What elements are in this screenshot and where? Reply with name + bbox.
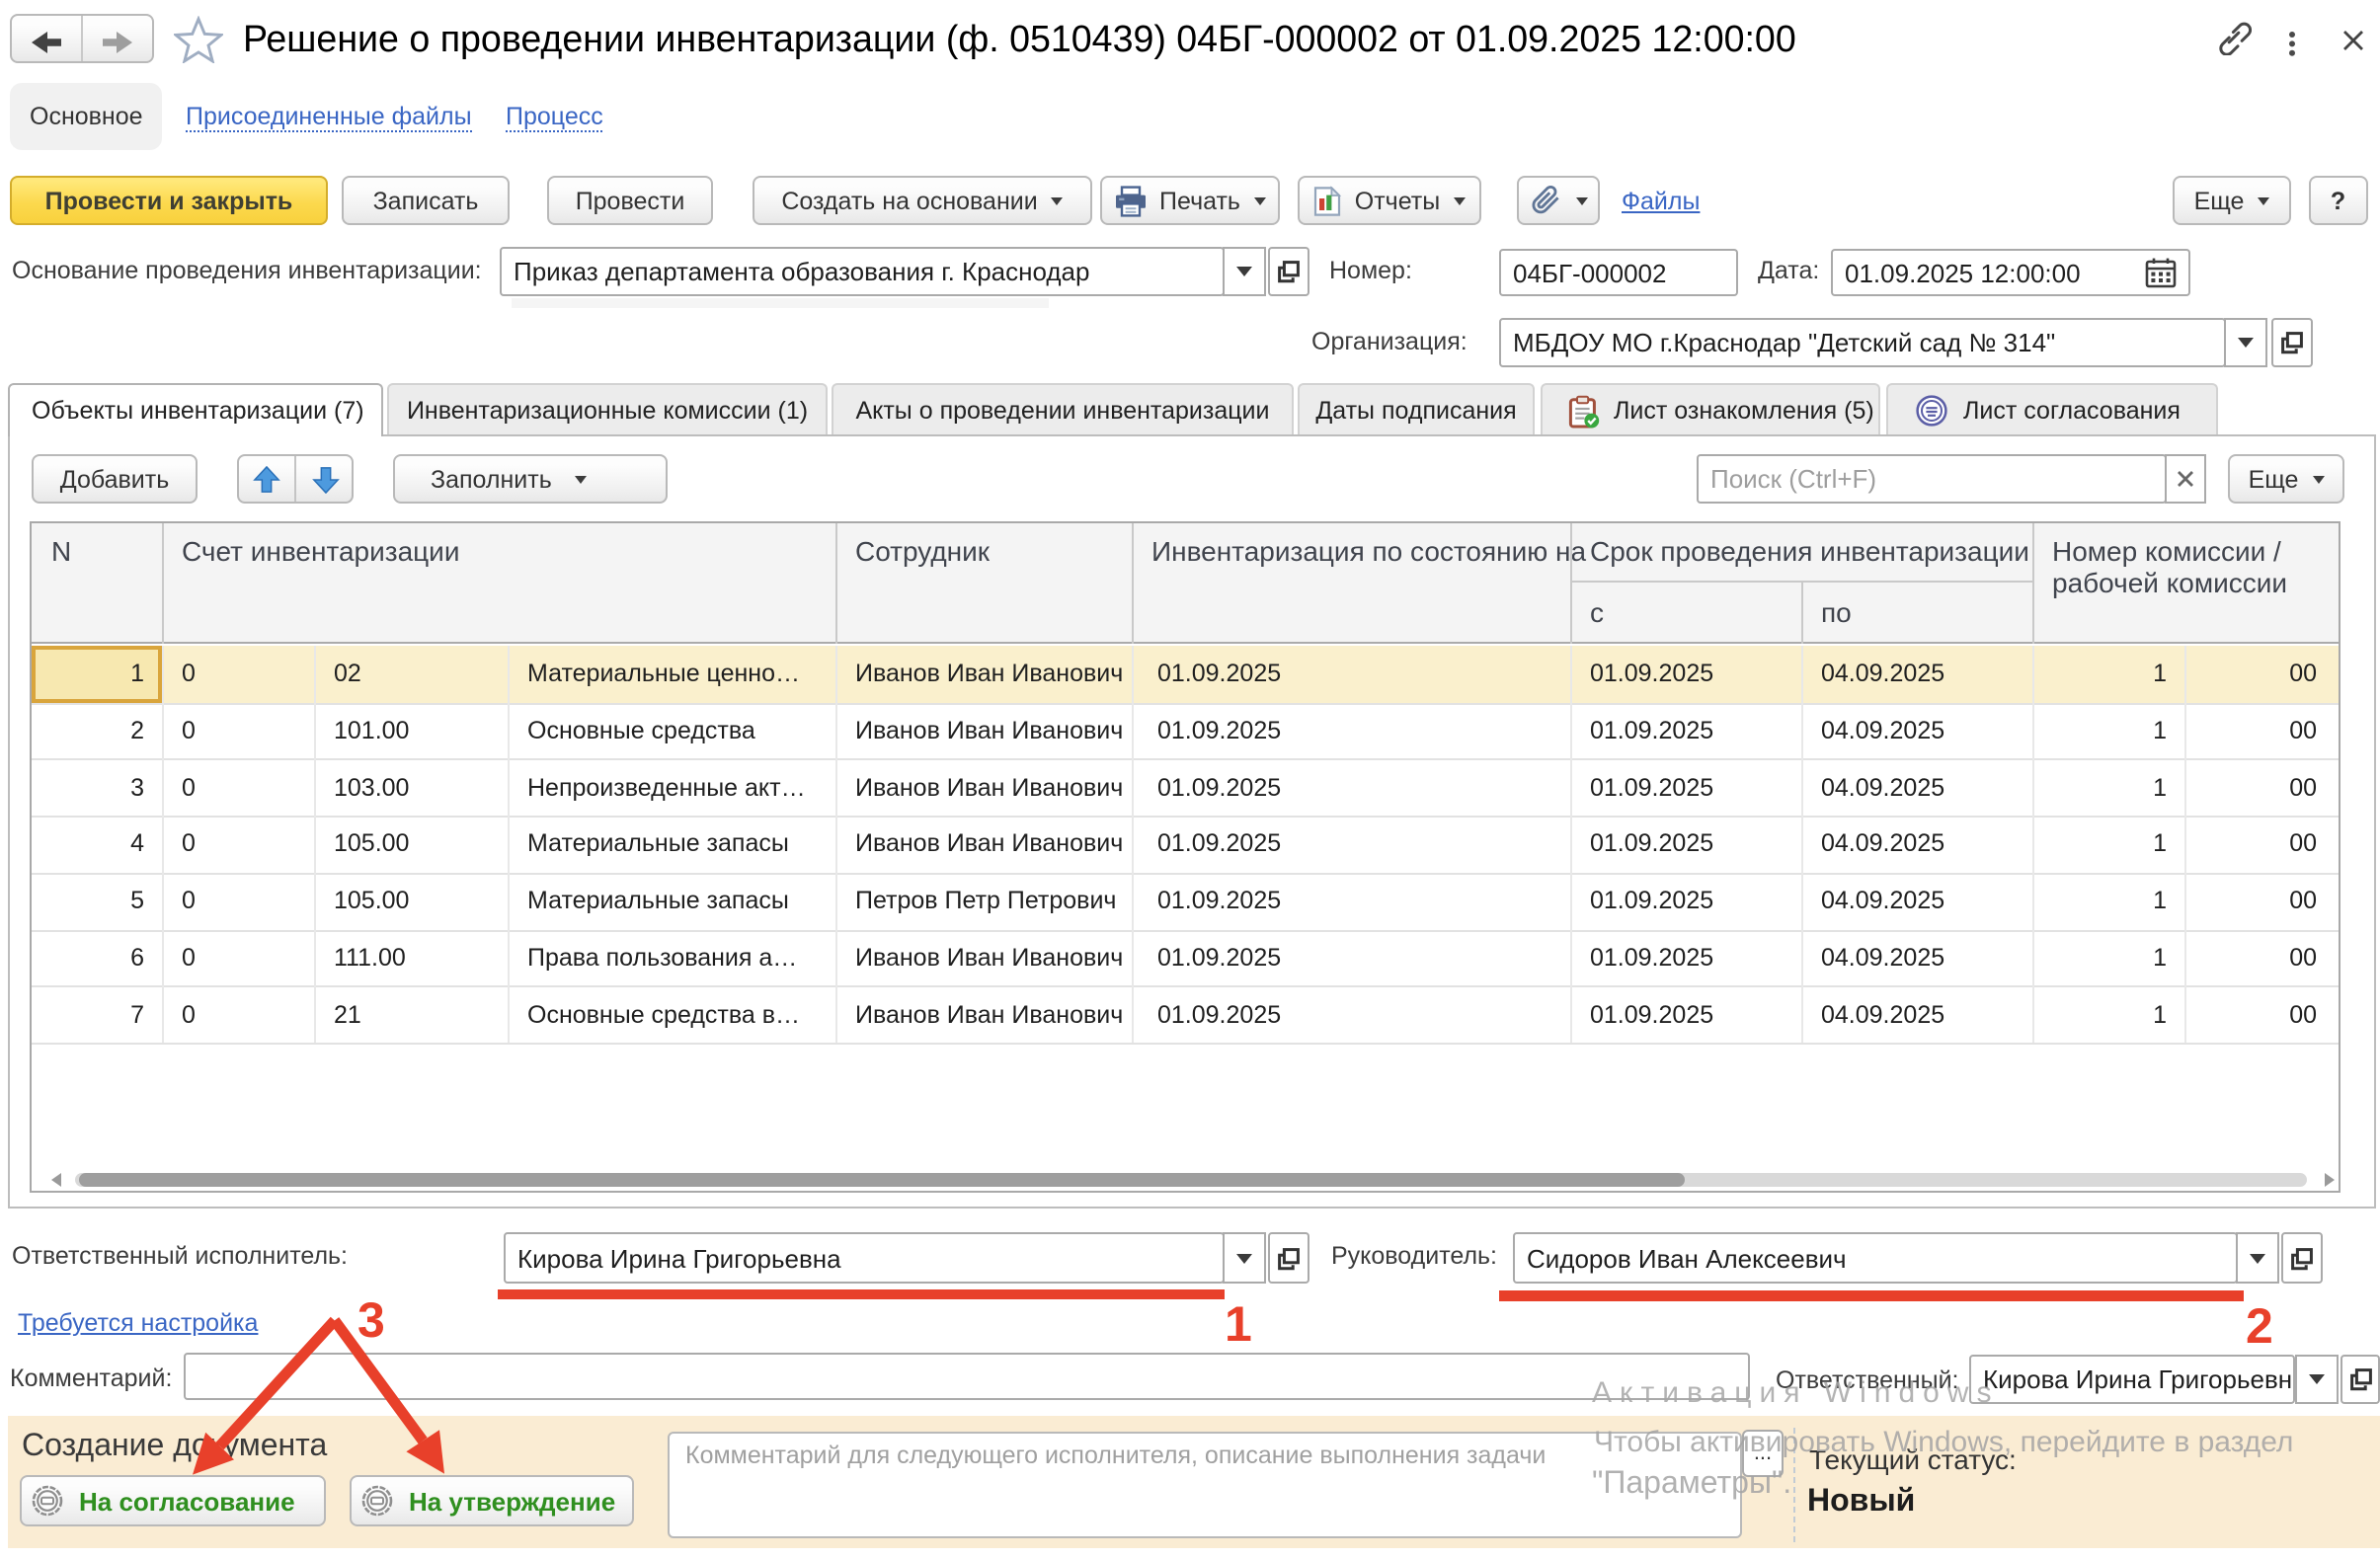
svg-text:2: 2 [2246,1298,2273,1354]
svg-text:3: 3 [357,1292,385,1348]
svg-text:1: 1 [1225,1296,1252,1352]
